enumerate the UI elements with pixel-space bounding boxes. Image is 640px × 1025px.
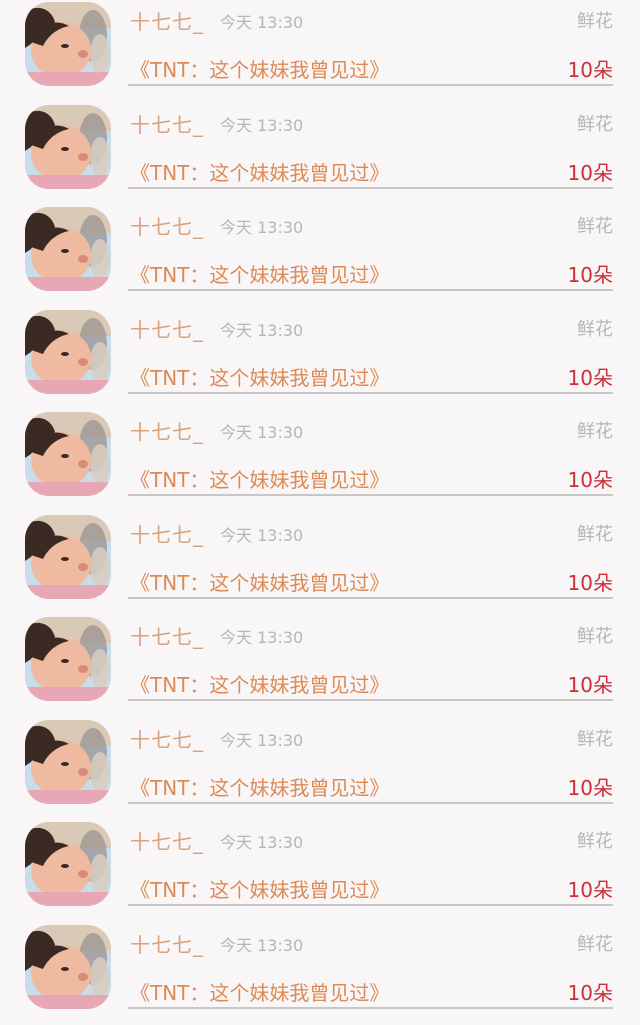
row-divider	[128, 597, 613, 599]
timestamp: 今天 13:30	[220, 829, 303, 853]
gift-count: 10朵	[568, 567, 613, 596]
book-title-link[interactable]: 《TNT：这个妹妹我曾见过》	[130, 772, 389, 801]
username[interactable]: 十七七_	[130, 109, 204, 138]
gift-type: 鲜花	[577, 725, 613, 751]
timestamp: 今天 13:30	[220, 932, 303, 956]
gift-record-row[interactable]: 十七七_ 今天 13:30 鲜花 《TNT：这个妹妹我曾见过》 10朵	[0, 0, 640, 103]
book-title-link[interactable]: 《TNT：这个妹妹我曾见过》	[130, 54, 389, 83]
gift-type: 鲜花	[577, 7, 613, 33]
gift-count: 10朵	[568, 772, 613, 801]
book-title-link[interactable]: 《TNT：这个妹妹我曾见过》	[130, 157, 389, 186]
timestamp: 今天 13:30	[220, 214, 303, 238]
avatar-photo	[25, 412, 111, 496]
book-title-link[interactable]: 《TNT：这个妹妹我曾见过》	[130, 669, 389, 698]
user-avatar[interactable]	[25, 310, 111, 394]
gift-record-row[interactable]: 十七七_ 今天 13:30 鲜花 《TNT：这个妹妹我曾见过》 10朵	[0, 615, 640, 718]
timestamp: 今天 13:30	[220, 727, 303, 751]
user-avatar[interactable]	[25, 822, 111, 906]
timestamp: 今天 13:30	[220, 9, 303, 33]
username[interactable]: 十七七_	[130, 211, 204, 240]
avatar-photo	[25, 310, 111, 394]
avatar-photo	[25, 617, 111, 701]
gift-type: 鲜花	[577, 520, 613, 546]
gift-type: 鲜花	[577, 622, 613, 648]
avatar-photo	[25, 720, 111, 804]
username[interactable]: 十七七_	[130, 519, 204, 548]
timestamp: 今天 13:30	[220, 522, 303, 546]
gift-count: 10朵	[568, 362, 613, 391]
gift-record-list: 十七七_ 今天 13:30 鲜花 《TNT：这个妹妹我曾见过》 10朵 十七七_…	[0, 0, 640, 1020]
row-divider	[128, 1007, 613, 1009]
username[interactable]: 十七七_	[130, 929, 204, 958]
timestamp: 今天 13:30	[220, 112, 303, 136]
user-avatar[interactable]	[25, 2, 111, 86]
gift-type: 鲜花	[577, 827, 613, 853]
book-title-link[interactable]: 《TNT：这个妹妹我曾见过》	[130, 874, 389, 903]
book-title-link[interactable]: 《TNT：这个妹妹我曾见过》	[130, 259, 389, 288]
avatar-photo	[25, 207, 111, 291]
book-title-link[interactable]: 《TNT：这个妹妹我曾见过》	[130, 977, 389, 1006]
gift-record-row[interactable]: 十七七_ 今天 13:30 鲜花 《TNT：这个妹妹我曾见过》 10朵	[0, 410, 640, 513]
avatar-photo	[25, 925, 111, 1009]
row-divider	[128, 494, 613, 496]
gift-type: 鲜花	[577, 930, 613, 956]
username[interactable]: 十七七_	[130, 416, 204, 445]
gift-type: 鲜花	[577, 110, 613, 136]
gift-type: 鲜花	[577, 417, 613, 443]
row-divider	[128, 187, 613, 189]
user-avatar[interactable]	[25, 412, 111, 496]
timestamp: 今天 13:30	[220, 419, 303, 443]
gift-type: 鲜花	[577, 212, 613, 238]
user-avatar[interactable]	[25, 720, 111, 804]
user-avatar[interactable]	[25, 515, 111, 599]
row-divider	[128, 802, 613, 804]
gift-count: 10朵	[568, 669, 613, 698]
username[interactable]: 十七七_	[130, 621, 204, 650]
avatar-photo	[25, 515, 111, 599]
gift-record-row[interactable]: 十七七_ 今天 13:30 鲜花 《TNT：这个妹妹我曾见过》 10朵	[0, 513, 640, 616]
avatar-photo	[25, 105, 111, 189]
gift-count: 10朵	[568, 157, 613, 186]
gift-count: 10朵	[568, 54, 613, 83]
timestamp: 今天 13:30	[220, 624, 303, 648]
user-avatar[interactable]	[25, 207, 111, 291]
row-divider	[128, 699, 613, 701]
username[interactable]: 十七七_	[130, 826, 204, 855]
row-divider	[128, 904, 613, 906]
timestamp: 今天 13:30	[220, 317, 303, 341]
gift-record-row[interactable]: 十七七_ 今天 13:30 鲜花 《TNT：这个妹妹我曾见过》 10朵	[0, 718, 640, 821]
row-divider	[128, 289, 613, 291]
user-avatar[interactable]	[25, 105, 111, 189]
gift-count: 10朵	[568, 259, 613, 288]
avatar-photo	[25, 822, 111, 906]
gift-record-row[interactable]: 十七七_ 今天 13:30 鲜花 《TNT：这个妹妹我曾见过》 10朵	[0, 820, 640, 923]
user-avatar[interactable]	[25, 925, 111, 1009]
gift-record-row[interactable]: 十七七_ 今天 13:30 鲜花 《TNT：这个妹妹我曾见过》 10朵	[0, 103, 640, 206]
book-title-link[interactable]: 《TNT：这个妹妹我曾见过》	[130, 567, 389, 596]
gift-count: 10朵	[568, 464, 613, 493]
row-divider	[128, 392, 613, 394]
gift-record-row[interactable]: 十七七_ 今天 13:30 鲜花 《TNT：这个妹妹我曾见过》 10朵	[0, 923, 640, 1025]
username[interactable]: 十七七_	[130, 6, 204, 35]
book-title-link[interactable]: 《TNT：这个妹妹我曾见过》	[130, 464, 389, 493]
username[interactable]: 十七七_	[130, 314, 204, 343]
book-title-link[interactable]: 《TNT：这个妹妹我曾见过》	[130, 362, 389, 391]
user-avatar[interactable]	[25, 617, 111, 701]
gift-type: 鲜花	[577, 315, 613, 341]
gift-count: 10朵	[568, 977, 613, 1006]
row-divider	[128, 84, 613, 86]
gift-count: 10朵	[568, 874, 613, 903]
gift-record-row[interactable]: 十七七_ 今天 13:30 鲜花 《TNT：这个妹妹我曾见过》 10朵	[0, 308, 640, 411]
username[interactable]: 十七七_	[130, 724, 204, 753]
gift-record-row[interactable]: 十七七_ 今天 13:30 鲜花 《TNT：这个妹妹我曾见过》 10朵	[0, 205, 640, 308]
avatar-photo	[25, 2, 111, 86]
